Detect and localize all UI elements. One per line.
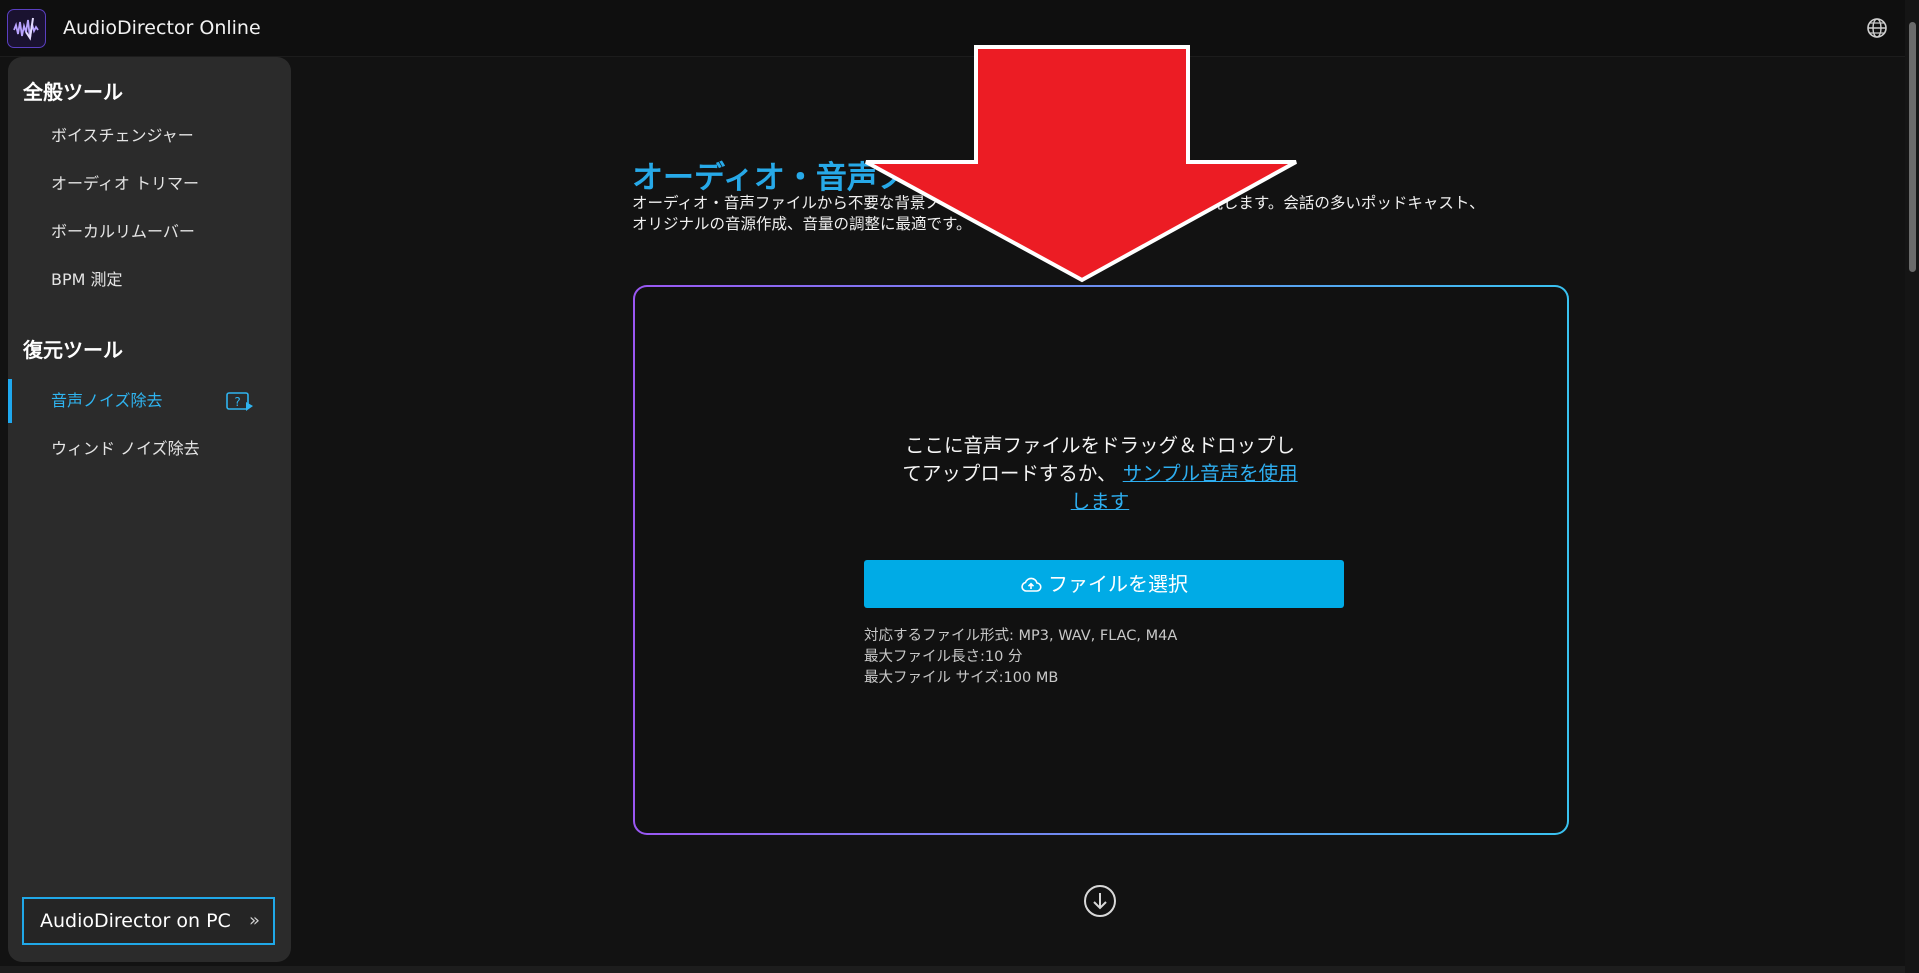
sidebar-item-label: BPM 測定 — [51, 270, 123, 289]
waveform-icon — [13, 17, 39, 41]
supported-formats: 対応するファイル形式: MP3, WAV, FLAC, M4A — [864, 628, 1178, 644]
restore-tools-heading: 復元ツール — [23, 338, 123, 362]
video-help-icon[interactable]: ? — [226, 391, 254, 413]
sidebar-item-vocal-remover[interactable]: ボーカルリムーバー — [8, 210, 291, 254]
sidebar-item-wind-noise-removal[interactable]: ウィンド ノイズ除去 — [8, 427, 291, 471]
select-file-label: ファイルを選択 — [1048, 572, 1188, 596]
sidebar-item-label: オーディオ トリマー — [51, 174, 199, 193]
select-file-button[interactable]: ファイルを選択 — [864, 560, 1344, 608]
top-bar: AudioDirector Online — [0, 0, 1919, 57]
file-requirements: 対応するファイル形式: MP3, WAV, FLAC, M4A 最大ファイル長さ… — [864, 626, 1177, 689]
sidebar-item-audio-trimmer[interactable]: オーディオ トリマー — [8, 162, 291, 206]
drop-instructions: ここに音声ファイルをドラッグ＆ドロップしてアップロードするか、 サンプル音声を使… — [900, 432, 1300, 516]
description-line2: オリジナルの音源作成、音量の調整に最適です。 — [632, 215, 972, 233]
sidebar-item-voice-changer[interactable]: ボイスチェンジャー — [8, 114, 291, 158]
cloud-upload-icon — [1021, 577, 1042, 592]
scrollbar-thumb[interactable] — [1909, 22, 1916, 272]
general-tools-heading: 全般ツール — [23, 80, 123, 104]
app-logo-icon[interactable] — [7, 9, 46, 48]
sidebar-item-bpm[interactable]: BPM 測定 — [8, 258, 291, 302]
description-line1-end: ドを実現します。会話の多いポッドキャスト、 — [1160, 194, 1485, 212]
sidebar-item-label: ボイスチェンジャー — [51, 126, 194, 145]
pc-button-label: AudioDirector on PC — [40, 910, 231, 932]
svg-text:?: ? — [234, 395, 240, 409]
max-length: 最大ファイル長さ:10 分 — [864, 649, 1023, 665]
scroll-down-icon[interactable] — [1083, 884, 1117, 918]
page-description: オーディオ・音声ファイルから不要な背景ノ ドを実現します。会話の多いポッドキャスト… — [632, 193, 1582, 235]
sidebar: 全般ツール ボイスチェンジャー オーディオ トリマー ボーカルリムーバー BPM… — [8, 57, 291, 962]
active-indicator — [8, 379, 12, 423]
sidebar-item-label: 音声ノイズ除去 — [51, 391, 163, 410]
description-line1-start: オーディオ・音声ファイルから不要な背景ノ — [632, 194, 941, 212]
sidebar-item-label: ウィンド ノイズ除去 — [51, 439, 200, 458]
bottom-strip — [0, 966, 1905, 973]
sidebar-item-label: ボーカルリムーバー — [51, 222, 195, 241]
app-title: AudioDirector Online — [63, 17, 261, 39]
max-size: 最大ファイル サイズ:100 MB — [864, 670, 1059, 686]
file-drop-zone[interactable]: ここに音声ファイルをドラッグ＆ドロップしてアップロードするか、 サンプル音声を使… — [633, 285, 1569, 835]
drop-zone-inner: ここに音声ファイルをドラッグ＆ドロップしてアップロードするか、 サンプル音声を使… — [635, 287, 1567, 833]
globe-icon[interactable] — [1866, 17, 1888, 39]
page-title: オーディオ・音声ノ — [632, 160, 909, 196]
page-scrollbar[interactable] — [1905, 0, 1919, 973]
double-chevron-right-icon: » — [248, 910, 260, 931]
audiodirector-pc-button[interactable]: AudioDirector on PC » — [22, 897, 275, 945]
sidebar-item-noise-removal[interactable]: 音声ノイズ除去 ? — [8, 379, 291, 423]
